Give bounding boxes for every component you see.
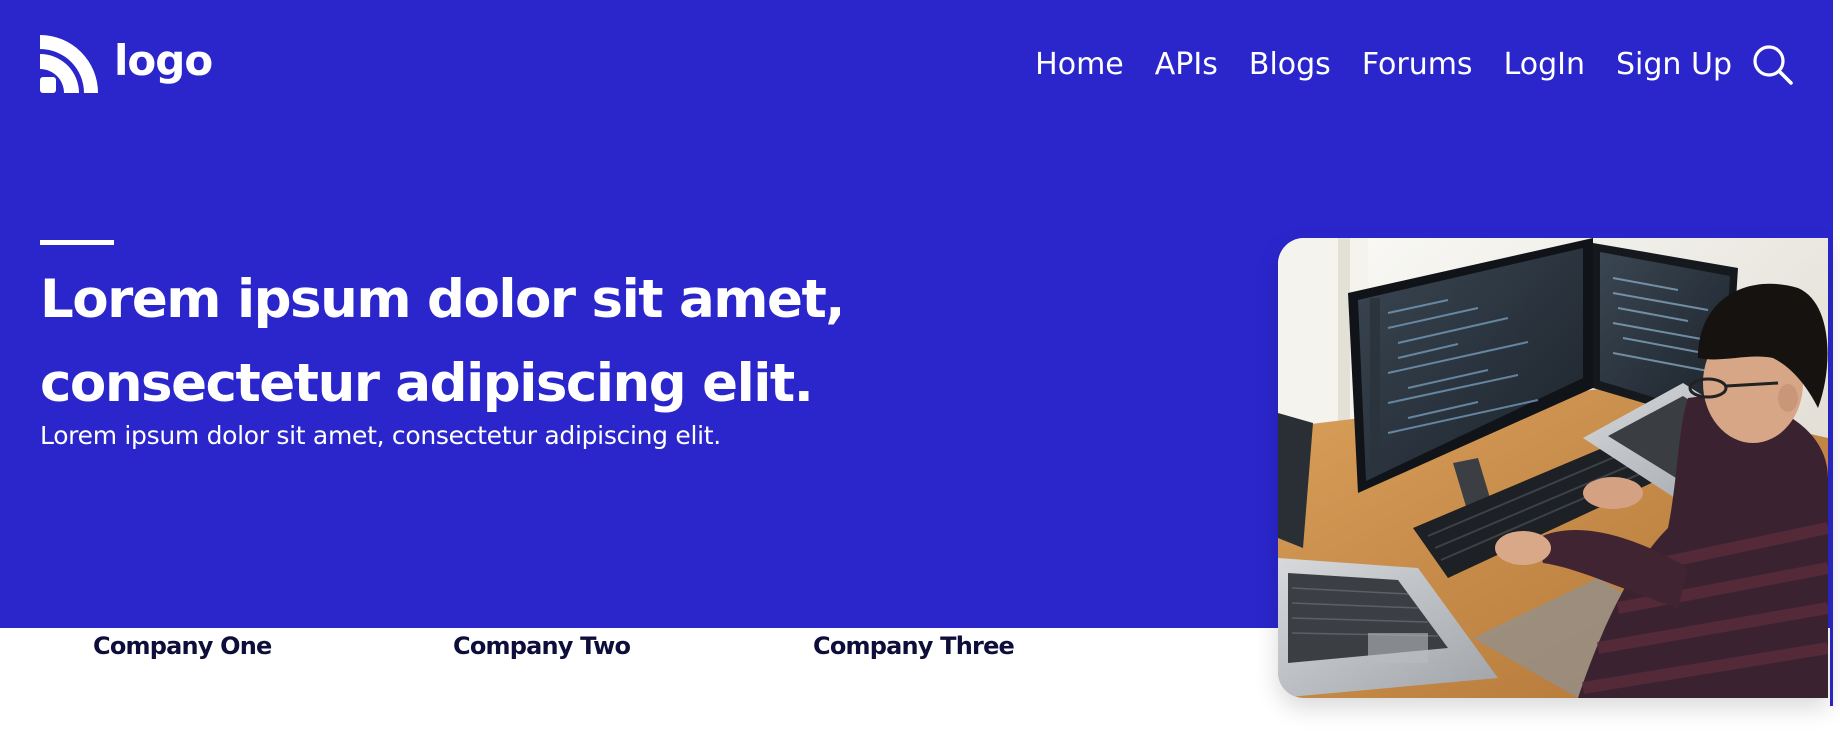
nav-blogs[interactable]: Blogs — [1249, 46, 1331, 84]
company-one: Company One — [93, 632, 272, 660]
rss-arcs-logo-icon — [40, 35, 98, 93]
nav-login[interactable]: LogIn — [1504, 46, 1585, 84]
company-three: Company Three — [813, 632, 1015, 660]
site-logo[interactable]: logo — [40, 35, 213, 93]
title-accent-line — [40, 240, 114, 245]
hero-title: Lorem ipsum dolor sit amet, consectetur … — [40, 258, 940, 426]
hero-title-line-2: consectetur adipiscing elit. — [40, 353, 814, 414]
page-scrollbar[interactable] — [1830, 0, 1840, 739]
scrollbar-thumb[interactable] — [1830, 0, 1833, 706]
landing-page: logo Home APIs Blogs Forums LogIn Sign U… — [0, 0, 1840, 739]
company-two: Company Two — [453, 632, 631, 660]
hero-title-line-1: Lorem ipsum dolor sit amet, — [40, 269, 845, 330]
main-navigation: Home APIs Blogs Forums LogIn Sign Up — [1035, 46, 1732, 84]
hero-subtitle: Lorem ipsum dolor sit amet, consectetur … — [40, 421, 721, 450]
nav-apis[interactable]: APIs — [1155, 46, 1218, 84]
nav-sign-up[interactable]: Sign Up — [1616, 46, 1732, 84]
nav-forums[interactable]: Forums — [1362, 46, 1473, 84]
developer-at-computer-photo — [1278, 238, 1828, 698]
nav-home[interactable]: Home — [1035, 46, 1124, 84]
logo-text: logo — [114, 36, 213, 85]
search-icon[interactable] — [1752, 44, 1794, 86]
